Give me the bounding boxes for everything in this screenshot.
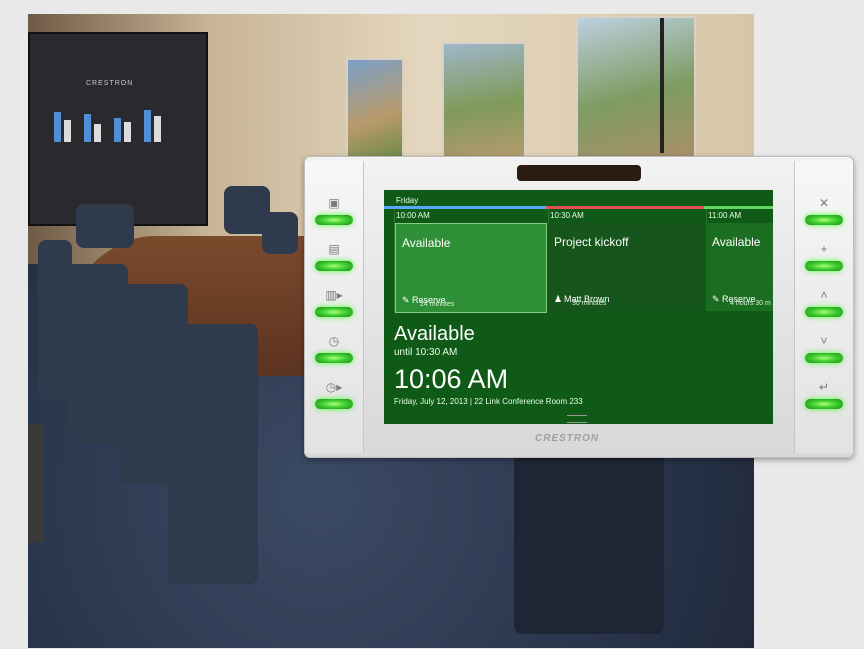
status-text: Available xyxy=(394,323,475,345)
time-tick: 10:00 AM xyxy=(396,211,430,220)
chair xyxy=(168,324,258,584)
right-key-3[interactable]: ˄ xyxy=(801,287,847,327)
projection-bar xyxy=(84,114,91,142)
projection-bar xyxy=(114,118,121,142)
calendar-day-icon: ▣ xyxy=(328,196,340,210)
left-key-3[interactable]: ▥▸ xyxy=(311,287,357,327)
left-edge-block xyxy=(28,424,44,542)
chair xyxy=(514,444,664,634)
timeline-segment-booked xyxy=(546,206,704,209)
right-key-4[interactable]: ˅ xyxy=(801,333,847,373)
clock-forward-icon: ◷▸ xyxy=(325,380,343,394)
enter-icon: ↵ xyxy=(818,380,830,394)
right-key-2[interactable]: + xyxy=(801,241,847,281)
left-button-column: ▣ ▤ ▥▸ ◷ ◷▸ xyxy=(305,161,364,453)
right-button-column: ✕ + ˄ ˅ ↵ xyxy=(794,161,853,453)
led-indicator xyxy=(805,399,843,409)
slot-title: Available xyxy=(402,236,451,250)
day-label: Friday xyxy=(396,196,419,205)
projection-bar xyxy=(54,112,61,142)
projection-bar xyxy=(64,120,71,142)
led-indicator xyxy=(315,261,353,271)
chair xyxy=(76,204,134,248)
time-tick: 11:00 AM xyxy=(708,211,742,220)
led-indicator xyxy=(805,353,843,363)
touch-display[interactable]: Friday 10:00 AM 10:30 AM 11:00 AM Availa… xyxy=(384,190,773,424)
clock-icon: ◷ xyxy=(328,334,340,348)
up-icon: ˄ xyxy=(820,288,828,302)
crestron-logo: CRESTRON xyxy=(535,433,600,444)
lamp-post xyxy=(660,18,664,153)
plus-icon: + xyxy=(820,242,828,256)
time-tick: 10:30 AM xyxy=(550,211,584,220)
chair xyxy=(262,212,298,254)
slot-available-now[interactable]: Available ✎ Reserve 24 minutes xyxy=(395,223,547,313)
led-indicator xyxy=(805,261,843,271)
slot-available-later[interactable]: Available ✎ Reserve 4 hours 30 m xyxy=(706,223,773,311)
slot-title: Project kickoff xyxy=(554,235,629,249)
led-indicator xyxy=(315,307,353,317)
slot-duration: 24 minutes xyxy=(420,301,455,308)
timeline-segment-free xyxy=(704,206,773,209)
camera-sensor xyxy=(517,165,641,181)
projection-brand: CRESTRON xyxy=(86,80,134,87)
projection-bar xyxy=(94,124,101,142)
led-indicator xyxy=(805,307,843,317)
reserve-button[interactable]: ✎ Reserve 24 minutes xyxy=(402,295,454,308)
left-key-5[interactable]: ◷▸ xyxy=(311,379,357,419)
room-scheduling-panel: ▣ ▤ ▥▸ ◷ ◷▸ ✕ + ˄ ˅ ↵ Friday 10:00 AM 10… xyxy=(304,156,854,458)
room-status: Available until 10:30 AM 10:06 AM Friday… xyxy=(394,323,583,406)
down-icon: ˅ xyxy=(820,334,828,348)
chair xyxy=(38,240,72,400)
led-indicator xyxy=(805,215,843,225)
projection-bar xyxy=(144,110,151,142)
projection-bar xyxy=(124,122,131,142)
pencil-icon: ✎ xyxy=(712,294,720,304)
left-key-1[interactable]: ▣ xyxy=(311,195,357,235)
close-icon: ✕ xyxy=(818,196,830,210)
slot-duration: 30 minutes xyxy=(572,300,607,307)
slot-title: Available xyxy=(712,235,761,249)
projection-bar xyxy=(154,116,161,142)
slot-meeting[interactable]: Project kickoff ♟ Matt Brown 30 minutes xyxy=(548,223,704,311)
current-time: 10:06 AM xyxy=(394,364,509,394)
calendar-week-icon: ▤ xyxy=(328,242,340,256)
projection-screen: CRESTRON xyxy=(28,32,208,226)
reserve-button[interactable]: ✎ Reserve 4 hours 30 m xyxy=(712,294,771,307)
painting xyxy=(576,16,696,158)
timeline-bar xyxy=(384,206,773,209)
person-icon: ♟ xyxy=(554,294,563,304)
organizer: ♟ Matt Brown 30 minutes xyxy=(554,294,610,307)
timeline-segment-past xyxy=(384,206,546,209)
display-grip xyxy=(567,415,587,423)
right-key-5[interactable]: ↵ xyxy=(801,379,847,419)
led-indicator xyxy=(315,399,353,409)
slot-duration: 4 hours 30 m xyxy=(730,300,771,307)
date-room-info: Friday, July 12, 2013 | 22 Link Conferen… xyxy=(394,397,583,406)
led-indicator xyxy=(315,353,353,363)
led-indicator xyxy=(315,215,353,225)
right-key-1[interactable]: ✕ xyxy=(801,195,847,235)
painting xyxy=(346,58,404,158)
left-key-4[interactable]: ◷ xyxy=(311,333,357,373)
left-key-2[interactable]: ▤ xyxy=(311,241,357,281)
calendar-next-icon: ▥▸ xyxy=(325,288,343,302)
pencil-icon: ✎ xyxy=(402,295,410,305)
status-until: until 10:30 AM xyxy=(394,347,458,358)
painting xyxy=(442,42,526,158)
